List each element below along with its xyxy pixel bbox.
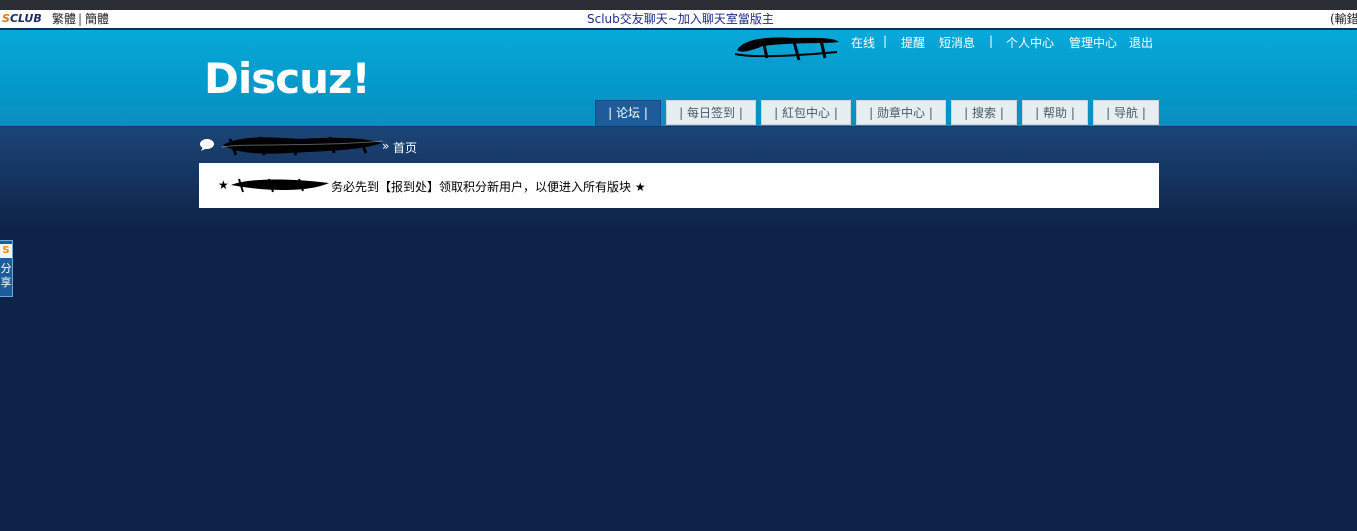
lang-traditional-link[interactable]: 繁體 — [52, 10, 76, 28]
share-badge-icon: S — [0, 244, 12, 258]
tab-red-packet-center[interactable]: | 紅包中心 | — [761, 100, 851, 125]
sclub-top-bar: SCLUB 繁體 | 簡體 Sclub交友聊天~加入聊天室當版主 (輸錯 — [0, 10, 1357, 30]
redacted-forum-name-scribble — [221, 136, 384, 156]
speech-bubble-icon — [200, 139, 214, 151]
lang-simplified-link[interactable]: 簡體 — [85, 10, 109, 28]
tab-navigation[interactable]: | 导航 | — [1093, 100, 1159, 125]
user-links-separator: | — [989, 34, 994, 48]
sclub-logo[interactable]: SCLUB — [2, 10, 42, 28]
lang-separator: | — [78, 12, 83, 26]
sclub-logo-rest: CLUB — [9, 12, 42, 25]
breadcrumb-separator: » — [382, 139, 390, 153]
share-label: 分享 — [0, 262, 12, 289]
redacted-notice-scribble — [231, 178, 329, 193]
tab-search[interactable]: | 搜索 | — [951, 100, 1017, 125]
sclub-logo-s: S — [2, 12, 10, 25]
share-float-button[interactable]: S 分享 — [0, 240, 13, 297]
tab-forum[interactable]: | 论坛 | — [595, 100, 661, 127]
logout-link[interactable]: 退出 — [1129, 34, 1153, 51]
tab-help[interactable]: | 帮助 | — [1022, 100, 1088, 125]
forum-header: Discuz! 在线 | 提醒 短消息 | 个人中心 管理中心 退出 | 论坛 … — [0, 30, 1357, 127]
sclub-right-text: (輸錯 — [1330, 12, 1357, 26]
redacted-username-scribble — [734, 37, 839, 61]
online-link[interactable]: 在线 — [851, 34, 875, 51]
announcement-text: 务必先到【报到处】领取积分新用户，以便进入所有版块 ★ — [331, 180, 646, 194]
messages-link[interactable]: 短消息 — [939, 34, 975, 51]
announcement-box: ★ 务必先到【报到处】领取积分新用户，以便进入所有版块 ★ — [199, 163, 1159, 208]
notice-star: ★ — [218, 178, 229, 192]
reminders-link[interactable]: 提醒 — [901, 34, 925, 51]
tab-medal-center[interactable]: | 勋章中心 | — [856, 100, 946, 125]
user-links-separator: | — [883, 34, 888, 48]
sclub-promo-link[interactable]: Sclub交友聊天~加入聊天室當版主 — [587, 10, 774, 28]
browser-top-strip — [0, 0, 1357, 10]
discuz-logo[interactable]: Discuz! — [204, 54, 371, 103]
tab-daily-checkin[interactable]: | 每日签到 | — [666, 100, 756, 125]
breadcrumb-home-link[interactable]: 首页 — [393, 139, 417, 156]
admin-center-link[interactable]: 管理中心 — [1069, 34, 1117, 51]
profile-link[interactable]: 个人中心 — [1006, 34, 1054, 51]
